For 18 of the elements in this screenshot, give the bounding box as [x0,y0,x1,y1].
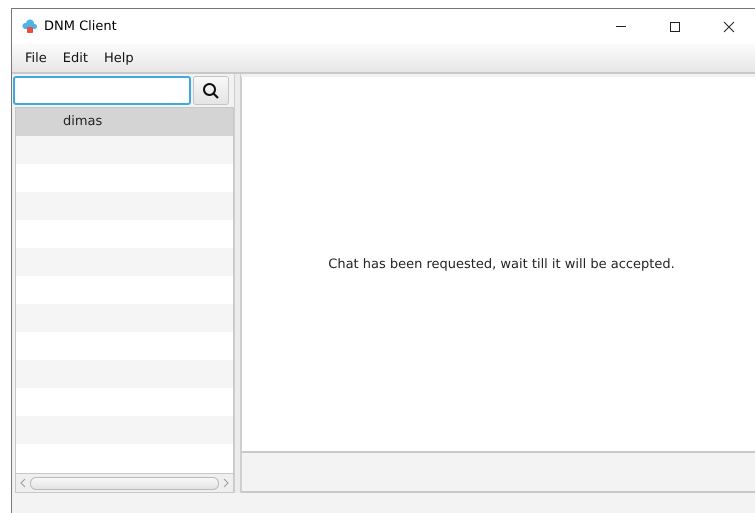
window-title: DNM Client [44,19,117,34]
minimize-icon [616,26,626,27]
menu-item[interactable]: File [18,50,54,66]
search-field[interactable] [13,76,191,105]
maximize-icon [669,20,681,32]
cloud-lock-icon [22,18,38,34]
splitter-handle[interactable] [234,74,241,493]
menu-item[interactable]: Help [96,50,141,66]
close-icon [723,20,735,32]
scroll-right-icon[interactable] [222,478,230,488]
horizontal-scrollbar[interactable] [15,473,234,493]
scroll-left-icon[interactable] [19,478,27,488]
menu-item[interactable]: Edit [56,50,95,66]
contact-item[interactable]: dimas [16,108,233,136]
chat-status-message: Chat has been requested, wait till it will be accepted. [328,256,675,272]
search-icon [202,82,220,100]
message-input-area[interactable] [241,453,755,493]
search-button[interactable] [193,76,229,105]
